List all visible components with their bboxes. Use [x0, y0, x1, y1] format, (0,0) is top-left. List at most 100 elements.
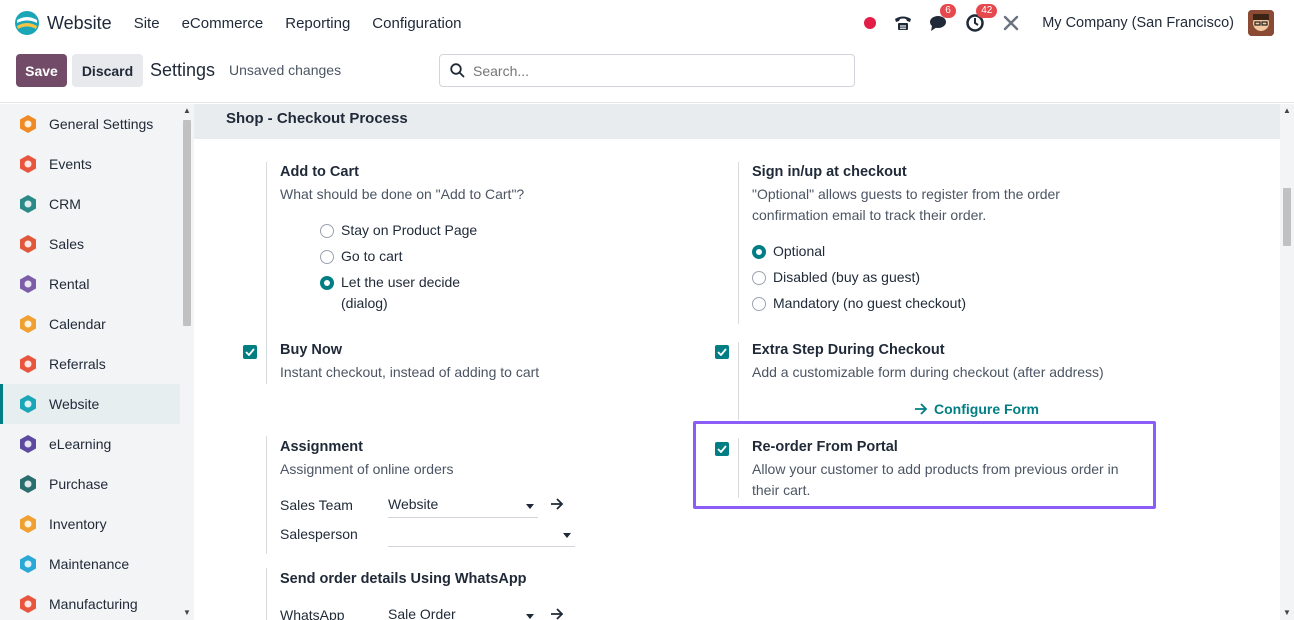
settings-main: Shop - Checkout Process Add to Cart What… [194, 104, 1280, 620]
main-scroll-thumb[interactable] [1283, 188, 1291, 246]
buy-now-checkbox[interactable] [243, 345, 257, 359]
user-avatar[interactable] [1248, 10, 1274, 36]
configure-form-link[interactable]: Configure Form [914, 401, 1039, 417]
sidebar-item-manufacturing[interactable]: Manufacturing [0, 584, 180, 620]
systray: 6 42 My Company (San Francisco) [864, 0, 1294, 46]
scroll-up-arrow-icon[interactable]: ▲ [183, 106, 191, 115]
radio-label: Let the user decide (dialog) [341, 274, 461, 311]
whatsapp-label: WhatsApp [280, 607, 345, 620]
radio-button-selected[interactable] [320, 276, 334, 290]
radio-go-to-cart[interactable]: Go to cart [320, 246, 402, 267]
sidebar-item-calendar[interactable]: Calendar [0, 304, 180, 344]
unsaved-status: Unsaved changes [229, 62, 342, 78]
search-input[interactable] [473, 62, 833, 79]
website-icon [17, 393, 39, 415]
menu-ecommerce[interactable]: eCommerce [182, 15, 264, 32]
salesperson-select[interactable] [388, 525, 575, 547]
sidebar-scrollbar[interactable]: ▲ ▼ [180, 104, 194, 620]
sales-team-select[interactable]: Website [388, 496, 538, 518]
radio-mandatory[interactable]: Mandatory (no guest checkout) [752, 293, 966, 314]
sidebar-item-purchase[interactable]: Purchase [0, 464, 180, 504]
scroll-up-arrow-icon[interactable]: ▲ [1283, 106, 1291, 115]
divider [266, 162, 267, 352]
sidebar-item-label: Sales [49, 236, 85, 252]
main-scrollbar[interactable]: ▲ ▼ [1280, 104, 1294, 620]
page-title: Settings [150, 60, 216, 80]
sidebar-item-elearning[interactable]: eLearning [0, 424, 180, 464]
app-brand[interactable]: Website [14, 10, 112, 36]
chevron-down-icon [526, 614, 534, 619]
general-settings-icon [17, 113, 39, 135]
whatsapp-value: Sale Order [388, 606, 456, 620]
sales-icon [17, 233, 39, 255]
recording-dot-icon[interactable] [864, 17, 877, 29]
phone-icon[interactable] [892, 12, 914, 34]
menu-site[interactable]: Site [134, 15, 160, 32]
radio-label: Mandatory (no guest checkout) [773, 295, 966, 311]
sidebar-item-general-settings[interactable]: General Settings [0, 104, 180, 144]
external-link-arrow-icon[interactable] [550, 607, 564, 620]
sidebar-item-events[interactable]: Events [0, 144, 180, 184]
discard-button[interactable]: Discard [72, 54, 143, 87]
sidebar-item-label: eLearning [49, 436, 112, 452]
company-switcher[interactable]: My Company (San Francisco) [1042, 15, 1234, 31]
messages-icon[interactable]: 6 [928, 4, 956, 34]
divider [738, 438, 739, 498]
sidebar-item-crm[interactable]: CRM [0, 184, 180, 224]
sidebar-item-label: Referrals [49, 356, 106, 372]
arrow-right-icon [915, 403, 928, 415]
signin-desc-1: "Optional" allows guests to register fro… [752, 186, 1060, 202]
radio-disabled[interactable]: Disabled (buy as guest) [752, 267, 920, 288]
signin-title: Sign in/up at checkout [752, 164, 907, 180]
save-button[interactable]: Save [16, 54, 67, 87]
chevron-down-icon [526, 504, 534, 509]
inventory-icon [17, 513, 39, 535]
activities-clock-icon[interactable]: 42 [964, 4, 998, 34]
radio-label: Disabled (buy as guest) [773, 269, 921, 285]
radio-let-user-decide[interactable]: Let the user decide (dialog) [320, 272, 460, 314]
menu-configuration[interactable]: Configuration [372, 15, 461, 32]
whatsapp-select[interactable]: Sale Order [388, 606, 538, 620]
reorder-checkbox[interactable] [715, 442, 729, 456]
sidebar-item-website[interactable]: Website [0, 384, 180, 424]
activities-badge: 42 [976, 4, 998, 18]
radio-button[interactable] [752, 271, 766, 285]
sidebar-item-rental[interactable]: Rental [0, 264, 180, 304]
referrals-icon [17, 353, 39, 375]
sidebar-item-label: Maintenance [49, 556, 130, 572]
radio-stay-on-product-page[interactable]: Stay on Product Page [320, 220, 477, 241]
divider [738, 162, 739, 324]
scroll-down-arrow-icon[interactable]: ▼ [1283, 608, 1291, 617]
sidebar-item-label: Website [49, 396, 100, 412]
reorder-desc-2: their cart. [752, 482, 811, 498]
sidebar-item-sales[interactable]: Sales [0, 224, 180, 264]
radio-optional[interactable]: Optional [752, 241, 825, 262]
radio-button[interactable] [320, 224, 334, 238]
sidebar-item-referrals[interactable]: Referrals [0, 344, 180, 384]
sidebar-item-label: Events [49, 156, 92, 172]
radio-button-selected[interactable] [752, 245, 766, 259]
menu-reporting[interactable]: Reporting [285, 15, 350, 32]
extra-step-checkbox[interactable] [715, 345, 729, 359]
buy-now-title: Buy Now [280, 342, 343, 358]
main-menu: Site eCommerce Reporting Configuration [134, 15, 484, 32]
sidebar-item-label: General Settings [49, 116, 154, 132]
elearning-icon [17, 433, 39, 455]
radio-label: Stay on Product Page [341, 222, 478, 238]
sales-team-label: Sales Team [280, 497, 353, 513]
scroll-down-arrow-icon[interactable]: ▼ [183, 608, 191, 617]
sidebar-item-label: Manufacturing [49, 596, 138, 612]
radio-button[interactable] [752, 297, 766, 311]
sidebar-item-label: Purchase [49, 476, 109, 492]
radio-button[interactable] [320, 250, 334, 264]
tools-icon[interactable] [1000, 12, 1022, 34]
sidebar-scroll-thumb[interactable] [183, 120, 191, 326]
control-panel: Save Discard Settings Unsaved changes [0, 46, 1294, 103]
external-link-arrow-icon[interactable] [550, 497, 564, 513]
divider [738, 342, 739, 420]
buy-now-desc: Instant checkout, instead of adding to c… [280, 364, 540, 380]
sidebar-item-inventory[interactable]: Inventory [0, 504, 180, 544]
top-navbar: Website Site eCommerce Reporting Configu… [0, 0, 1294, 46]
sidebar-item-maintenance[interactable]: Maintenance [0, 544, 180, 584]
search-box[interactable] [439, 54, 855, 87]
